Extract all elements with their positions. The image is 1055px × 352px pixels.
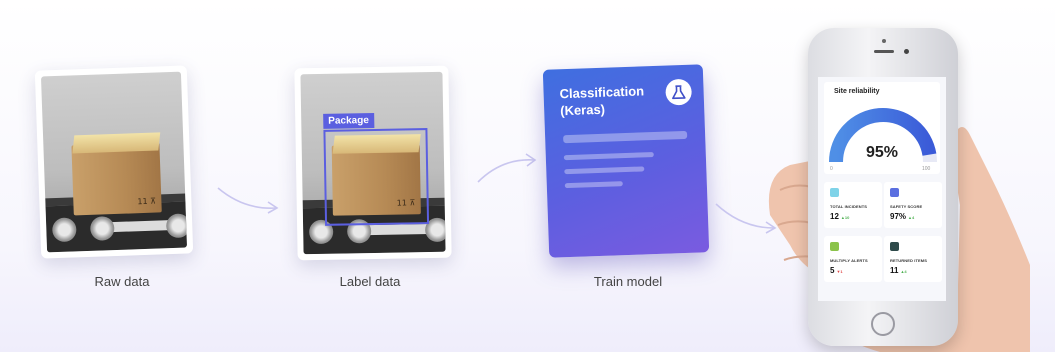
metric-label: SAFETY SCORE (890, 204, 923, 209)
placeholder-bar (563, 130, 688, 144)
metric-icon (830, 242, 839, 251)
placeholder-bar (563, 152, 654, 161)
camera-dot (882, 39, 886, 43)
metric-label: RETURNED ITEMS (890, 258, 927, 263)
gauge-max: 100 (922, 166, 931, 172)
metric-value: 5 (830, 266, 835, 275)
front-camera (904, 49, 909, 54)
metric-tile[interactable]: SAFETY SCORE 97% ▲4 (884, 182, 942, 228)
placeholder-bar (564, 166, 645, 175)
metric-icon (890, 242, 899, 251)
label-data-image: 11 ⊼ Package (294, 65, 452, 261)
label-tag: Package (323, 112, 374, 129)
metric-value-row: 11 ▲4 (890, 266, 907, 275)
reliability-title: Site reliability (834, 88, 880, 95)
metric-value: 97% (890, 212, 907, 221)
metric-tile[interactable]: RETURNED ITEMS 11 ▲4 (884, 236, 942, 282)
speaker (874, 50, 894, 53)
home-button[interactable] (871, 312, 895, 336)
flask-icon (665, 78, 693, 106)
metric-delta: ▼1 (836, 269, 843, 274)
metric-delta: ▲10 (840, 215, 850, 220)
gauge-min: 0 (830, 166, 833, 172)
arrow-icon (477, 153, 537, 183)
bounding-box (323, 128, 430, 226)
model-title: Classification (Keras) (559, 83, 645, 119)
metric-value-row: 5 ▼1 (830, 266, 843, 275)
metric-value-row: 97% ▲4 (890, 212, 914, 221)
metric-tile[interactable]: MULTIPLY ALERTS 5 ▼1 (824, 236, 882, 282)
metric-value: 11 (890, 266, 899, 275)
train-model-caption: Train model (593, 274, 663, 289)
box-marking: 11 ⊼ (137, 196, 157, 207)
raw-data-image: 11 ⊼ (34, 65, 194, 259)
label-data-caption: Label data (339, 274, 401, 289)
metric-delta: ▲4 (900, 269, 907, 274)
metric-value-row: 12 ▲10 (830, 212, 849, 221)
metric-icon (890, 188, 899, 197)
metric-value: 12 (830, 212, 839, 221)
arrow-icon (217, 187, 279, 214)
metric-label: MULTIPLY ALERTS (830, 258, 868, 263)
placeholder-bar (564, 181, 623, 189)
raw-data-caption: Raw data (94, 274, 150, 289)
metric-delta: ▲4 (908, 215, 915, 220)
gauge-value: 95% (865, 144, 899, 161)
model-card: Classification (Keras) (542, 64, 710, 258)
ml-pipeline-diagram: 11 ⊼ Raw data 11 ⊼ Package Label data Cl… (0, 0, 1055, 352)
metric-label: TOTAL INCIDENTS (830, 204, 868, 209)
metric-tile[interactable]: TOTAL INCIDENTS 12 ▲10 (824, 182, 882, 228)
metric-icon (830, 188, 839, 197)
